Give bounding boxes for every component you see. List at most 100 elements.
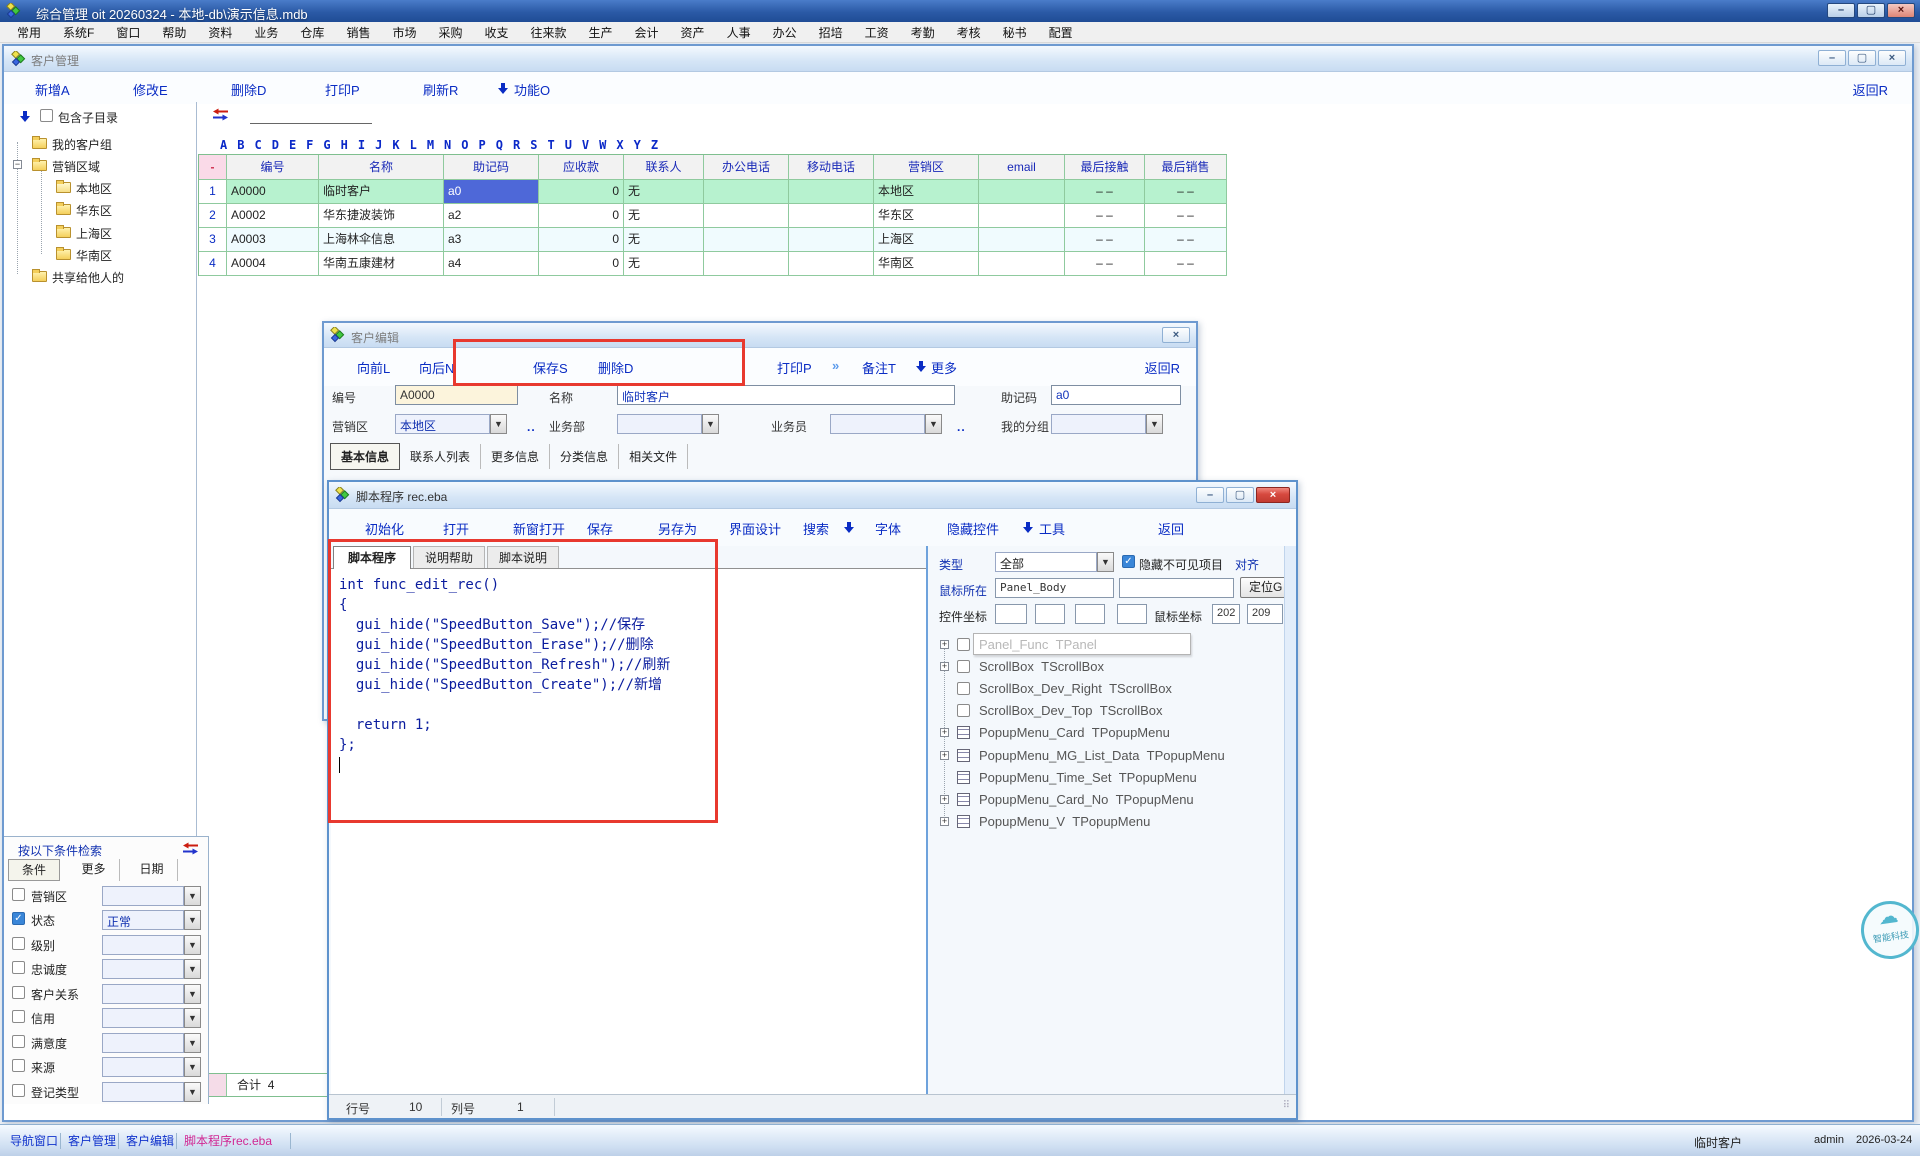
alpha-letter[interactable]: L: [410, 138, 417, 152]
chevrons-icon[interactable]: »: [832, 358, 839, 373]
last-sale-cell[interactable]: – –: [1145, 252, 1227, 276]
name-field[interactable]: 临时客户: [617, 385, 955, 405]
search-tab-more[interactable]: 更多: [68, 859, 120, 881]
menu-item[interactable]: 系统F: [52, 22, 105, 43]
hide-invisible-checkbox[interactable]: ✓: [1122, 555, 1135, 568]
function-button[interactable]: 功能O: [514, 80, 550, 99]
close-icon[interactable]: ×: [1878, 50, 1906, 66]
column-header[interactable]: 应收款: [539, 155, 624, 180]
region-cell[interactable]: 华南区: [874, 252, 979, 276]
dropdown-button[interactable]: ▼: [184, 1008, 201, 1028]
group-combobox[interactable]: [1051, 414, 1146, 434]
alpha-letter[interactable]: V: [582, 138, 589, 152]
taskbar-item-script[interactable]: 脚本程序rec.eba: [184, 1132, 272, 1149]
include-sub-checkbox[interactable]: [40, 109, 53, 122]
menu-item[interactable]: 考核: [946, 22, 992, 43]
item-checkbox[interactable]: [957, 660, 970, 673]
region-cell[interactable]: 上海区: [874, 228, 979, 252]
mobile-phone-cell[interactable]: [789, 204, 874, 228]
tree-item-shared[interactable]: 共享给他人的: [52, 270, 124, 286]
open-new-window-button[interactable]: 新窗打开: [513, 519, 565, 538]
alpha-letter[interactable]: I: [358, 138, 365, 152]
alpha-letter[interactable]: Q: [496, 138, 503, 152]
region-combobox[interactable]: 本地区: [395, 414, 490, 434]
contact-cell[interactable]: 无: [624, 228, 704, 252]
menu-item[interactable]: 工资: [854, 22, 900, 43]
taskbar-item-nav[interactable]: 导航窗口: [10, 1132, 58, 1149]
region-cell[interactable]: 本地区: [874, 180, 979, 204]
row-number-cell[interactable]: 3: [199, 228, 227, 252]
prev-button[interactable]: 向前L: [357, 358, 390, 377]
salesman-combobox[interactable]: [830, 414, 925, 434]
taskbar-item-customer-edit[interactable]: 客户编辑: [126, 1132, 174, 1149]
dropdown-arrow-icon[interactable]: [1023, 521, 1033, 534]
note-button[interactable]: 备注T: [862, 358, 896, 377]
align-link[interactable]: 对齐: [1235, 556, 1259, 573]
alpha-letter[interactable]: Y: [634, 138, 641, 152]
last-contact-cell[interactable]: – –: [1065, 252, 1145, 276]
swap-icon[interactable]: [182, 842, 199, 855]
collapse-box-icon[interactable]: −: [13, 160, 22, 169]
item-checkbox[interactable]: [957, 638, 970, 651]
item-checkbox[interactable]: [957, 704, 970, 717]
menu-item[interactable]: 往来款: [520, 22, 578, 43]
dropdown-button[interactable]: ▼: [490, 414, 507, 434]
menu-item[interactable]: 采购: [427, 22, 473, 43]
alpha-letter[interactable]: S: [530, 138, 537, 152]
taskbar-item-customer-mgmt[interactable]: 客户管理: [68, 1132, 116, 1149]
filter-combobox[interactable]: [102, 886, 184, 906]
dropdown-button[interactable]: ▼: [1097, 552, 1114, 572]
alpha-letter[interactable]: D: [272, 138, 279, 152]
email-cell[interactable]: [979, 228, 1065, 252]
office-phone-cell[interactable]: [704, 228, 789, 252]
tab-contacts[interactable]: 联系人列表: [400, 444, 481, 469]
filter-checkbox[interactable]: [12, 1010, 25, 1023]
dropdown-button[interactable]: ▼: [184, 1082, 201, 1102]
save-button[interactable]: 保存: [587, 519, 613, 538]
dropdown-button[interactable]: ▼: [184, 1033, 201, 1053]
minimize-icon[interactable]: –: [1196, 487, 1224, 503]
menu-item[interactable]: 生产: [578, 22, 624, 43]
dropdown-button[interactable]: ▼: [925, 414, 942, 434]
mobile-phone-cell[interactable]: [789, 252, 874, 276]
alpha-letter[interactable]: T: [547, 138, 554, 152]
resize-grip-icon[interactable]: ⠿: [1283, 1100, 1290, 1111]
column-header[interactable]: 联系人: [624, 155, 704, 180]
menu-item[interactable]: 秘书: [992, 22, 1038, 43]
column-header[interactable]: 名称: [319, 155, 444, 180]
dropdown-button[interactable]: ▼: [702, 414, 719, 434]
editor-splitter[interactable]: [926, 546, 928, 1094]
menu-item[interactable]: 招培: [808, 22, 854, 43]
name-cell[interactable]: 上海林伞信息: [319, 228, 444, 252]
hide-controls-button[interactable]: 隐藏控件: [947, 519, 999, 538]
dropdown-button[interactable]: ▼: [1146, 414, 1163, 434]
menu-item[interactable]: 办公: [762, 22, 808, 43]
filter-checkbox[interactable]: [12, 1059, 25, 1072]
alpha-letter[interactable]: J: [375, 138, 382, 152]
code-cell[interactable]: A0002: [227, 204, 319, 228]
mnemonic-cell[interactable]: a4: [444, 252, 539, 276]
menu-item[interactable]: 资料: [197, 22, 243, 43]
email-cell[interactable]: [979, 180, 1065, 204]
close-icon[interactable]: ×: [1256, 487, 1290, 503]
table-row[interactable]: 4 A0004 华南五康建材 a4 0 无 华南区 – – – –: [199, 252, 1227, 276]
contact-cell[interactable]: 无: [624, 252, 704, 276]
tree-item-marketing-region[interactable]: 营销区域: [52, 159, 100, 175]
filter-combobox[interactable]: [102, 1033, 184, 1053]
alpha-letter[interactable]: X: [616, 138, 623, 152]
alpha-letter[interactable]: F: [306, 138, 313, 152]
control-x-field[interactable]: [995, 604, 1027, 624]
filter-combobox[interactable]: [102, 1082, 184, 1102]
quick-filter-input[interactable]: [250, 110, 372, 124]
filter-checkbox[interactable]: [12, 1035, 25, 1048]
dropdown-arrow-icon[interactable]: [844, 521, 854, 534]
scrollbar[interactable]: [1284, 546, 1296, 1094]
region-browse-button[interactable]: ..: [527, 420, 536, 434]
minimize-icon[interactable]: –: [1827, 3, 1855, 18]
mouse-in-field[interactable]: Panel_Body: [995, 578, 1114, 598]
ui-design-button[interactable]: 界面设计: [729, 519, 781, 538]
filter-combobox[interactable]: [102, 935, 184, 955]
tree-item-local-region[interactable]: 本地区: [76, 181, 112, 197]
filter-combobox[interactable]: [102, 1057, 184, 1077]
search-button[interactable]: 搜索: [803, 519, 829, 538]
